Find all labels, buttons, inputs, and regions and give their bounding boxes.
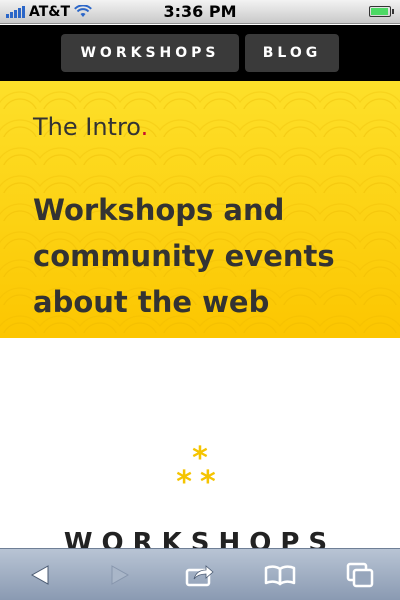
browser-toolbar [0, 548, 400, 600]
signal-icon [6, 5, 25, 18]
bookmarks-icon[interactable] [255, 555, 305, 595]
carrier-label: AT&T [29, 3, 71, 20]
share-icon[interactable] [175, 555, 225, 595]
battery-icon [369, 6, 394, 17]
hero-banner: The Intro. Workshops and community event… [0, 81, 400, 338]
hero-intro-text: The Intro [33, 113, 141, 141]
star-icon: * [176, 465, 200, 500]
tabs-icon[interactable] [335, 555, 385, 595]
battery-fill [371, 8, 388, 15]
hero-intro: The Intro. [33, 113, 148, 141]
nav-blog-button[interactable]: BLOG [245, 34, 339, 72]
stars-logo: * ** [0, 444, 400, 500]
status-left: AT&T [6, 4, 92, 20]
star-icon: * [200, 465, 224, 500]
section-title: WORKSHOPS [63, 528, 337, 548]
content-section: * ** WORKSHOPS [0, 338, 400, 548]
status-bar: AT&T 3:36 PM [0, 0, 400, 24]
back-arrow-icon[interactable] [15, 555, 65, 595]
top-nav: WORKSHOPS BLOG [0, 25, 400, 81]
nav-workshops-button[interactable]: WORKSHOPS [61, 34, 239, 72]
forward-arrow-icon[interactable] [95, 555, 145, 595]
wifi-icon [74, 5, 92, 18]
hero-headline: Workshops and community events about the… [33, 193, 335, 319]
hero-intro-dot: . [140, 113, 149, 141]
